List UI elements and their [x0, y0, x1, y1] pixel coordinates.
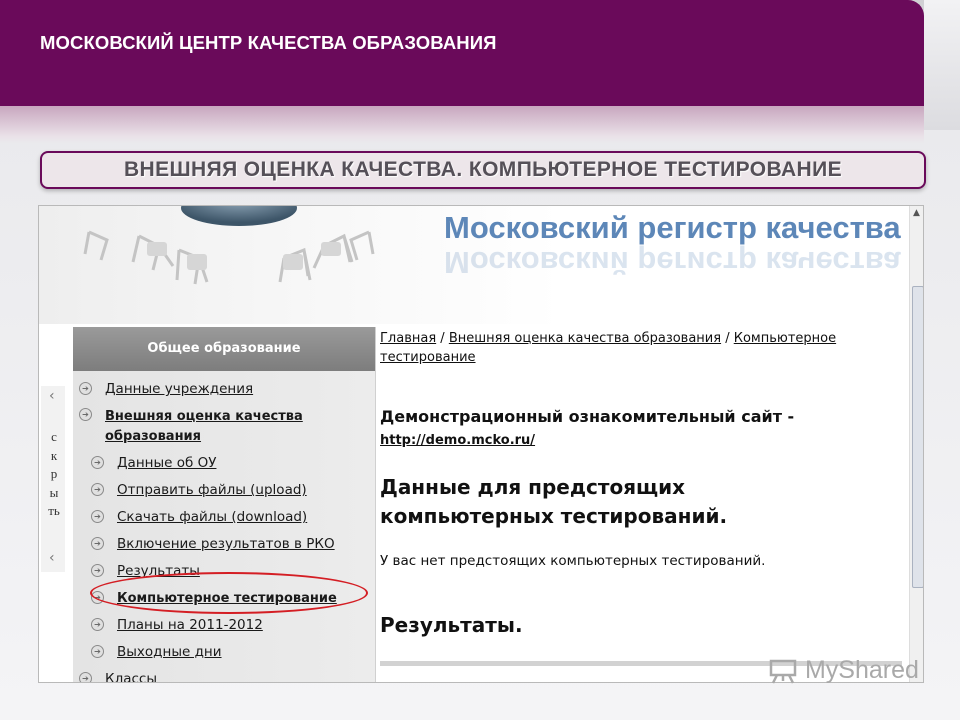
chevron-left-icon[interactable]: ‹: [49, 388, 55, 404]
section-banner: ВНЕШНЯЯ ОЦЕНКА КАЧЕСТВА. КОМПЬЮТЕРНОЕ ТЕ…: [40, 151, 926, 189]
sidebar-item-school-data[interactable]: Данные об ОУ: [117, 455, 216, 471]
demo-site-title: Демонстрационный ознакомительный сайт -: [380, 407, 795, 426]
main-content: Главная / Внешняя оценка качества образо…: [380, 327, 902, 682]
edge-strip: [924, 0, 960, 130]
arrow-circle-icon: ➔: [91, 456, 104, 469]
sidebar-item-holidays[interactable]: Выходные дни: [117, 644, 222, 660]
banner-title: ВНЕШНЯЯ ОЦЕНКА КАЧЕСТВА. КОМПЬЮТЕРНОЕ ТЕ…: [123, 158, 843, 181]
chevron-left-icon[interactable]: ‹: [49, 550, 55, 566]
site-title-reflection: Московский регистр качества о: [444, 245, 909, 280]
arrow-circle-icon: ➔: [91, 645, 104, 658]
breadcrumb-separator: /: [721, 331, 734, 346]
sidebar-item-plans[interactable]: Планы на 2011-2012: [117, 617, 263, 633]
sidebar-item-rko[interactable]: Включение результатов в РКО: [117, 536, 335, 552]
arrow-circle-icon: ➔: [91, 483, 104, 496]
arrow-circle-icon: ➔: [79, 408, 92, 421]
scroll-up-icon[interactable]: ▲: [913, 208, 920, 218]
sidebar-item-upload[interactable]: Отправить файлы (upload): [117, 482, 307, 498]
presentation-board-icon: [769, 660, 797, 684]
breadcrumb-home[interactable]: Главная: [380, 331, 436, 346]
slide-header: МОСКОВСКИЙ ЦЕНТР КАЧЕСТВА ОБРАЗОВАНИЯ: [0, 0, 924, 106]
sidebar-item-external-assessment[interactable]: Внешняя оценка качества образования: [105, 407, 335, 447]
site-header: Московский регистр качества о Московский…: [39, 206, 909, 324]
arrow-circle-icon: ➔: [91, 564, 104, 577]
scroll-thumb[interactable]: [912, 286, 923, 588]
arrow-circle-icon: ➔: [91, 510, 104, 523]
website-screenshot: Московский регистр качества о Московский…: [38, 205, 924, 683]
header-fade: [0, 106, 924, 144]
sidebar-item-classes[interactable]: Классы: [105, 671, 157, 682]
vertical-scrollbar[interactable]: ▲: [909, 206, 923, 682]
no-upcoming-tests-text: У вас нет предстоящих компьютерных тести…: [380, 553, 766, 569]
breadcrumb-section[interactable]: Внешняя оценка качества образования: [449, 331, 721, 346]
site-title: Московский регистр качества о: [444, 210, 909, 245]
sidebar-item-institution-data[interactable]: Данные учреждения: [105, 381, 253, 397]
header-title: МОСКОВСКИЙ ЦЕНТР КАЧЕСТВА ОБРАЗОВАНИЯ: [40, 32, 497, 53]
highlight-oval: [90, 572, 368, 614]
arrow-circle-icon: ➔: [79, 672, 92, 682]
upcoming-tests-heading: Данные для предстоящих компьютерных тест…: [380, 475, 728, 528]
sidebar-item-download[interactable]: Скачать файлы (download): [117, 509, 307, 525]
sidebar-heading: Общее образование: [73, 327, 375, 371]
watermark: MyShared: [768, 656, 919, 690]
conference-chairs-image: [83, 206, 375, 285]
hide-sidebar-label: скрыть: [48, 429, 60, 518]
arrow-circle-icon: ➔: [79, 382, 92, 395]
demo-site-link[interactable]: http://demo.mcko.ru/: [380, 433, 535, 448]
hide-sidebar-tab[interactable]: ‹ скрыть ‹: [41, 386, 65, 572]
breadcrumb-separator: /: [436, 331, 449, 346]
watermark-text: MyShared: [804, 656, 919, 684]
arrow-circle-icon: ➔: [91, 618, 104, 631]
results-heading: Результаты.: [380, 613, 523, 637]
breadcrumb: Главная / Внешняя оценка качества образо…: [380, 329, 860, 367]
arrow-circle-icon: ➔: [91, 537, 104, 550]
sidebar-menu: Общее образование ➔ Данные учреждения ➔ …: [73, 327, 376, 682]
